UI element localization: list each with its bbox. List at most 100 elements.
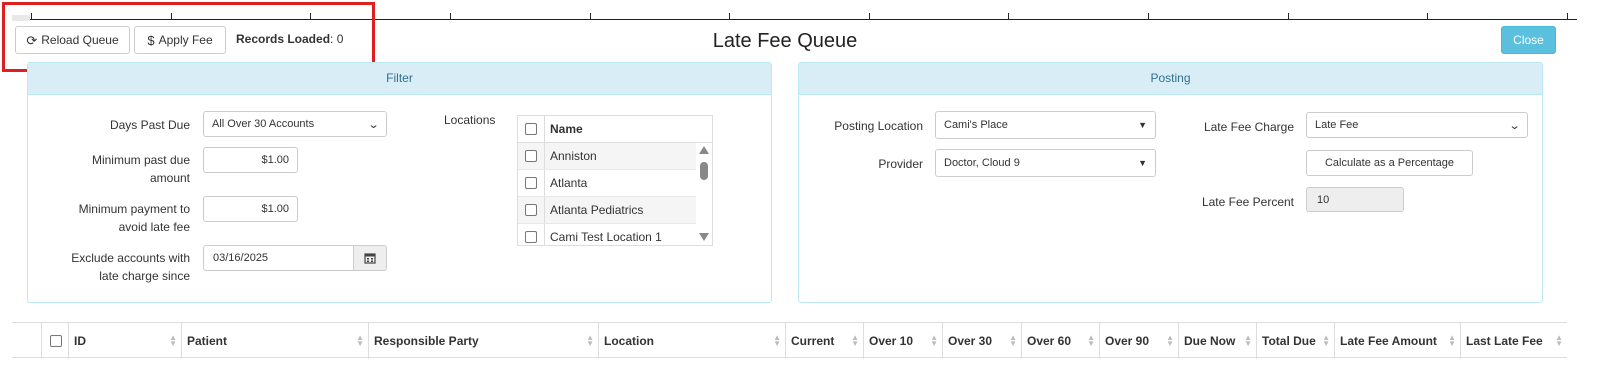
min-past-due-label-line1: Minimum past due [91, 153, 190, 167]
column-header-label: Over 30 [948, 334, 993, 348]
grid-select-all-checkbox[interactable] [49, 335, 62, 347]
scroll-up-icon[interactable] [699, 146, 709, 154]
late-fee-percent-value: 10 [1317, 193, 1330, 206]
locations-label: Locations [444, 113, 496, 127]
column-header-label: Location [604, 334, 654, 348]
column-header-label: Responsible Party [374, 334, 479, 348]
column-header-current[interactable]: Current ▲ ▼ [785, 323, 864, 359]
min-payment-label-line2: avoid late fee [118, 220, 190, 234]
sort-icon: ▲ ▼ [1009, 333, 1017, 348]
days-past-due-value: All Over 30 Accounts [212, 118, 315, 130]
select-all-checkbox[interactable] [525, 123, 537, 135]
min-payment-label: Minimum payment to avoid late fee [40, 200, 190, 236]
location-checkbox-cell [518, 224, 545, 245]
column-header-label: Over 90 [1105, 334, 1150, 348]
location-name: Atlanta [550, 176, 588, 190]
late-fee-charge-label: Late Fee Charge [1203, 120, 1294, 134]
provider-label: Provider [878, 157, 923, 171]
locations-scrollbar[interactable] [696, 143, 712, 245]
sort-icon: ▲ ▼ [1087, 333, 1095, 348]
min-payment-value: $1.00 [261, 203, 289, 215]
column-header-label: Over 60 [1027, 334, 1072, 348]
column-header-late-fee-amount[interactable]: Late Fee Amount ▲ ▼ [1334, 323, 1461, 359]
late-fee-charge-value: Late Fee [1315, 119, 1359, 131]
locations-list: Name Anniston Atlanta Atlanta Pediatrics… [517, 115, 713, 246]
calculate-percentage-button[interactable]: Calculate as a Percentage [1306, 150, 1473, 176]
posting-location-label: Posting Location [834, 119, 923, 133]
sort-icon: ▲ ▼ [1322, 333, 1330, 348]
min-past-due-value: $1.00 [261, 154, 289, 166]
column-header-due-now[interactable]: Due Now ▲ ▼ [1178, 323, 1257, 359]
chevron-down-icon: ⌄ [367, 118, 380, 131]
list-item[interactable]: Cami Test Location 1 [518, 224, 696, 245]
location-checkbox[interactable] [525, 204, 537, 216]
list-item[interactable]: Atlanta Pediatrics [518, 197, 696, 224]
sort-icon: ▲ ▼ [1166, 333, 1174, 348]
close-button[interactable]: Close [1501, 26, 1556, 54]
sort-icon: ▲ ▼ [1244, 333, 1252, 348]
late-fee-percent-label: Late Fee Percent [1201, 195, 1294, 209]
days-past-due-label: Days Past Due [109, 118, 190, 132]
provider-value: Doctor, Cloud 9 [944, 157, 1020, 169]
calendar-icon [364, 253, 376, 264]
list-item[interactable]: Anniston [518, 143, 696, 170]
exclude-date-input[interactable]: 03/16/2025 [203, 245, 354, 271]
min-payment-input[interactable]: $1.00 [203, 196, 298, 222]
column-header-over-90[interactable]: Over 90 ▲ ▼ [1099, 323, 1179, 359]
min-past-due-label: Minimum past due amount [40, 151, 190, 187]
exclude-date-value: 03/16/2025 [213, 252, 269, 264]
posting-panel-title: Posting [799, 63, 1542, 95]
column-header-label: Over 10 [869, 334, 914, 348]
queue-grid-header: ID ▲ ▼ Patient ▲ ▼ Responsible Party ▲ ▼ Lo… [12, 322, 1568, 359]
scroll-down-icon[interactable] [699, 233, 709, 241]
caret-down-icon: ▼ [1138, 158, 1147, 168]
calendar-button[interactable] [353, 245, 387, 271]
exclude-label-line2: late charge since [99, 269, 190, 283]
column-header-label: ID [74, 334, 86, 348]
min-past-due-input[interactable]: $1.00 [203, 147, 298, 173]
late-fee-percent-input[interactable]: 10 [1306, 187, 1404, 212]
sort-icon: ▲ ▼ [356, 333, 364, 348]
sort-icon: ▲ ▼ [773, 333, 781, 348]
sort-icon: ▲ ▼ [1448, 333, 1456, 348]
posting-location-select[interactable]: Cami's Place ▼ [935, 111, 1156, 139]
chevron-down-icon: ⌄ [1508, 119, 1521, 132]
column-header-last-late-fee[interactable]: Last Late Fee ▲ ▼ [1460, 323, 1568, 359]
sort-icon: ▲ ▼ [169, 333, 177, 348]
sort-icon: ▲ ▼ [851, 333, 859, 348]
provider-select[interactable]: Doctor, Cloud 9 ▼ [935, 149, 1156, 177]
locations-header-name: Name [550, 122, 583, 136]
column-header-total-due[interactable]: Total Due ▲ ▼ [1256, 323, 1335, 359]
column-header-label: Due Now [1184, 334, 1236, 348]
posting-location-value: Cami's Place [944, 119, 1008, 131]
locations-header-row: Name [518, 116, 712, 143]
column-header-over-30[interactable]: Over 30 ▲ ▼ [942, 323, 1022, 359]
column-header-responsible-party[interactable]: Responsible Party ▲ ▼ [368, 323, 599, 359]
column-header-location[interactable]: Location ▲ ▼ [598, 323, 786, 359]
column-header-label: Total Due [1262, 334, 1316, 348]
location-checkbox-cell [518, 197, 545, 223]
grid-select-all-cell [41, 323, 69, 359]
location-checkbox[interactable] [525, 177, 537, 189]
sort-icon: ▲ ▼ [1555, 333, 1563, 348]
location-name: Cami Test Location 1 [550, 230, 662, 244]
column-header-label: Current [791, 334, 835, 348]
location-checkbox-cell [518, 143, 545, 169]
location-checkbox[interactable] [525, 231, 537, 243]
late-fee-charge-select[interactable]: Late Fee ⌄ [1306, 112, 1528, 138]
caret-down-icon: ▼ [1138, 120, 1147, 130]
column-header-label: Last Late Fee [1466, 334, 1543, 348]
scroll-thumb[interactable] [700, 162, 708, 180]
list-item[interactable]: Atlanta [518, 170, 696, 197]
locations-select-all-cell [518, 116, 545, 142]
days-past-due-select[interactable]: All Over 30 Accounts ⌄ [203, 111, 387, 137]
location-checkbox-cell [518, 170, 545, 196]
column-header-id[interactable]: ID ▲ ▼ [68, 323, 182, 359]
column-header-patient[interactable]: Patient ▲ ▼ [181, 323, 369, 359]
column-header-over-10[interactable]: Over 10 ▲ ▼ [863, 323, 943, 359]
column-header-over-60[interactable]: Over 60 ▲ ▼ [1021, 323, 1100, 359]
posting-panel: Posting [798, 62, 1543, 303]
sort-icon: ▲ ▼ [930, 333, 938, 348]
location-name: Anniston [550, 149, 597, 163]
location-checkbox[interactable] [525, 150, 537, 162]
